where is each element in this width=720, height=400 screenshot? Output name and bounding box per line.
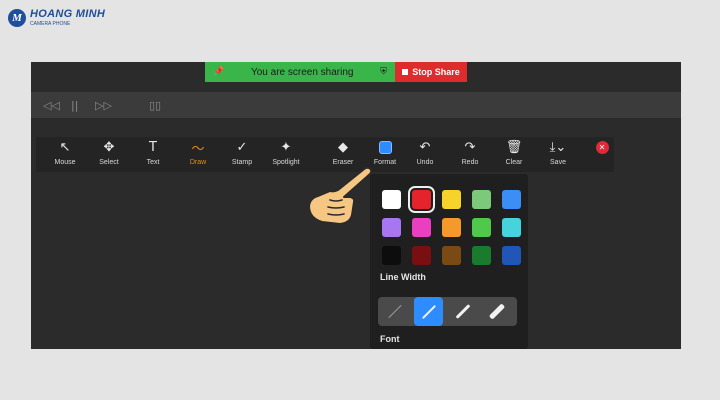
tool-label: Save	[550, 159, 566, 166]
color-swatch[interactable]	[472, 190, 491, 209]
tool-redo-button[interactable]: ↷ Redo	[448, 139, 492, 171]
tool-label: Text	[146, 159, 160, 166]
color-swatch[interactable]	[382, 190, 401, 209]
format-icon	[378, 139, 392, 156]
close-icon: ✕	[595, 139, 609, 156]
tool-text-button[interactable]: T Text	[131, 139, 175, 171]
stroke-sample-icon	[488, 303, 505, 320]
color-swatch[interactable]	[412, 218, 431, 237]
logo-name: HOANG MINH	[30, 8, 106, 20]
mouse-pointer-icon: ↖	[59, 140, 71, 155]
save-icon: ⤓⌄	[549, 140, 567, 155]
eraser-icon: ◆	[338, 140, 348, 155]
move-icon: ✥	[103, 140, 115, 155]
text-icon: T	[149, 140, 157, 155]
format-panel: Line Width Font	[370, 174, 528, 349]
tool-label: Redo	[461, 159, 479, 166]
media-controls-bar: ◁◁ || ▷▷ ▯▯	[31, 92, 681, 118]
color-swatch[interactable]	[382, 218, 401, 237]
pause-icon: ||	[71, 99, 79, 112]
line-width-thick-button[interactable]	[482, 297, 511, 326]
tool-label: Select	[99, 159, 119, 166]
color-swatch[interactable]	[442, 190, 461, 209]
tool-undo-button[interactable]: ↶ Undo	[403, 139, 447, 171]
color-swatch[interactable]	[442, 246, 461, 265]
tool-stamp-button[interactable]: ✓ Stamp	[220, 139, 264, 171]
stroke-sample-icon	[421, 304, 436, 319]
rewind-icon: ◁◁	[43, 99, 60, 112]
color-swatch[interactable]	[502, 246, 521, 265]
undo-icon: ↶	[419, 140, 431, 155]
color-swatch[interactable]	[382, 246, 401, 265]
sharing-status: 📌 You are screen sharing ⛨	[205, 62, 395, 82]
line-width-selector	[378, 297, 517, 326]
close-annotation-button[interactable]: ✕	[580, 139, 624, 171]
color-swatch[interactable]	[472, 246, 491, 265]
screen-sharing-banner: 📌 You are screen sharing ⛨ Stop Share	[205, 62, 467, 82]
color-swatch[interactable]	[442, 218, 461, 237]
pin-icon[interactable]: 📌	[213, 67, 224, 77]
stroke-sample-icon	[455, 304, 470, 319]
tool-label: Stamp	[231, 159, 253, 166]
tool-mouse-button[interactable]: ↖ Mouse	[43, 139, 87, 171]
tool-label: Undo	[416, 159, 434, 166]
line-width-thin-button[interactable]	[380, 297, 409, 326]
color-swatch[interactable]	[408, 186, 435, 213]
tool-label: Mouse	[54, 159, 76, 166]
color-swatch[interactable]	[472, 218, 491, 237]
color-swatch[interactable]	[502, 218, 521, 237]
pointing-hand-icon	[308, 166, 373, 225]
stop-icon	[402, 69, 409, 75]
tool-label: Draw	[189, 159, 207, 166]
color-swatch[interactable]	[502, 190, 521, 209]
marker-icon: ▯▯	[149, 99, 162, 112]
tool-save-button[interactable]: ⤓⌄ Save	[536, 139, 580, 171]
tool-clear-button[interactable]: 🗑 Clear	[492, 139, 536, 171]
color-swatch[interactable]	[412, 246, 431, 265]
forward-icon: ▷▷	[95, 99, 112, 112]
brand-logo: M HOANG MINH CAMERA PHONE	[8, 8, 105, 27]
trash-icon: 🗑	[505, 140, 523, 155]
line-width-medium-button[interactable]	[448, 297, 477, 326]
stroke-sample-icon	[387, 304, 402, 319]
tool-label: Spotlight	[272, 159, 300, 166]
line-width-heading: Line Width	[380, 272, 426, 282]
sharing-status-text: You are screen sharing	[250, 66, 354, 78]
tool-select-button[interactable]: ✥ Select	[87, 139, 131, 171]
spotlight-icon: ✦	[280, 140, 292, 155]
logo-subtitle: CAMERA PHONE	[30, 21, 71, 27]
tool-draw-button[interactable]: 〜 Draw	[176, 139, 220, 171]
stop-share-label: Stop Share	[412, 67, 460, 77]
stop-share-button[interactable]: Stop Share	[395, 62, 467, 82]
font-heading: Font	[380, 334, 400, 344]
draw-icon: 〜	[191, 142, 205, 157]
stamp-icon: ✓	[236, 140, 248, 155]
tool-label: Clear	[505, 159, 523, 166]
logo-mark-icon: M	[8, 8, 26, 27]
shield-icon[interactable]: ⛨	[380, 67, 387, 77]
redo-icon: ↷	[464, 140, 476, 155]
line-width-light-button[interactable]	[414, 297, 443, 326]
